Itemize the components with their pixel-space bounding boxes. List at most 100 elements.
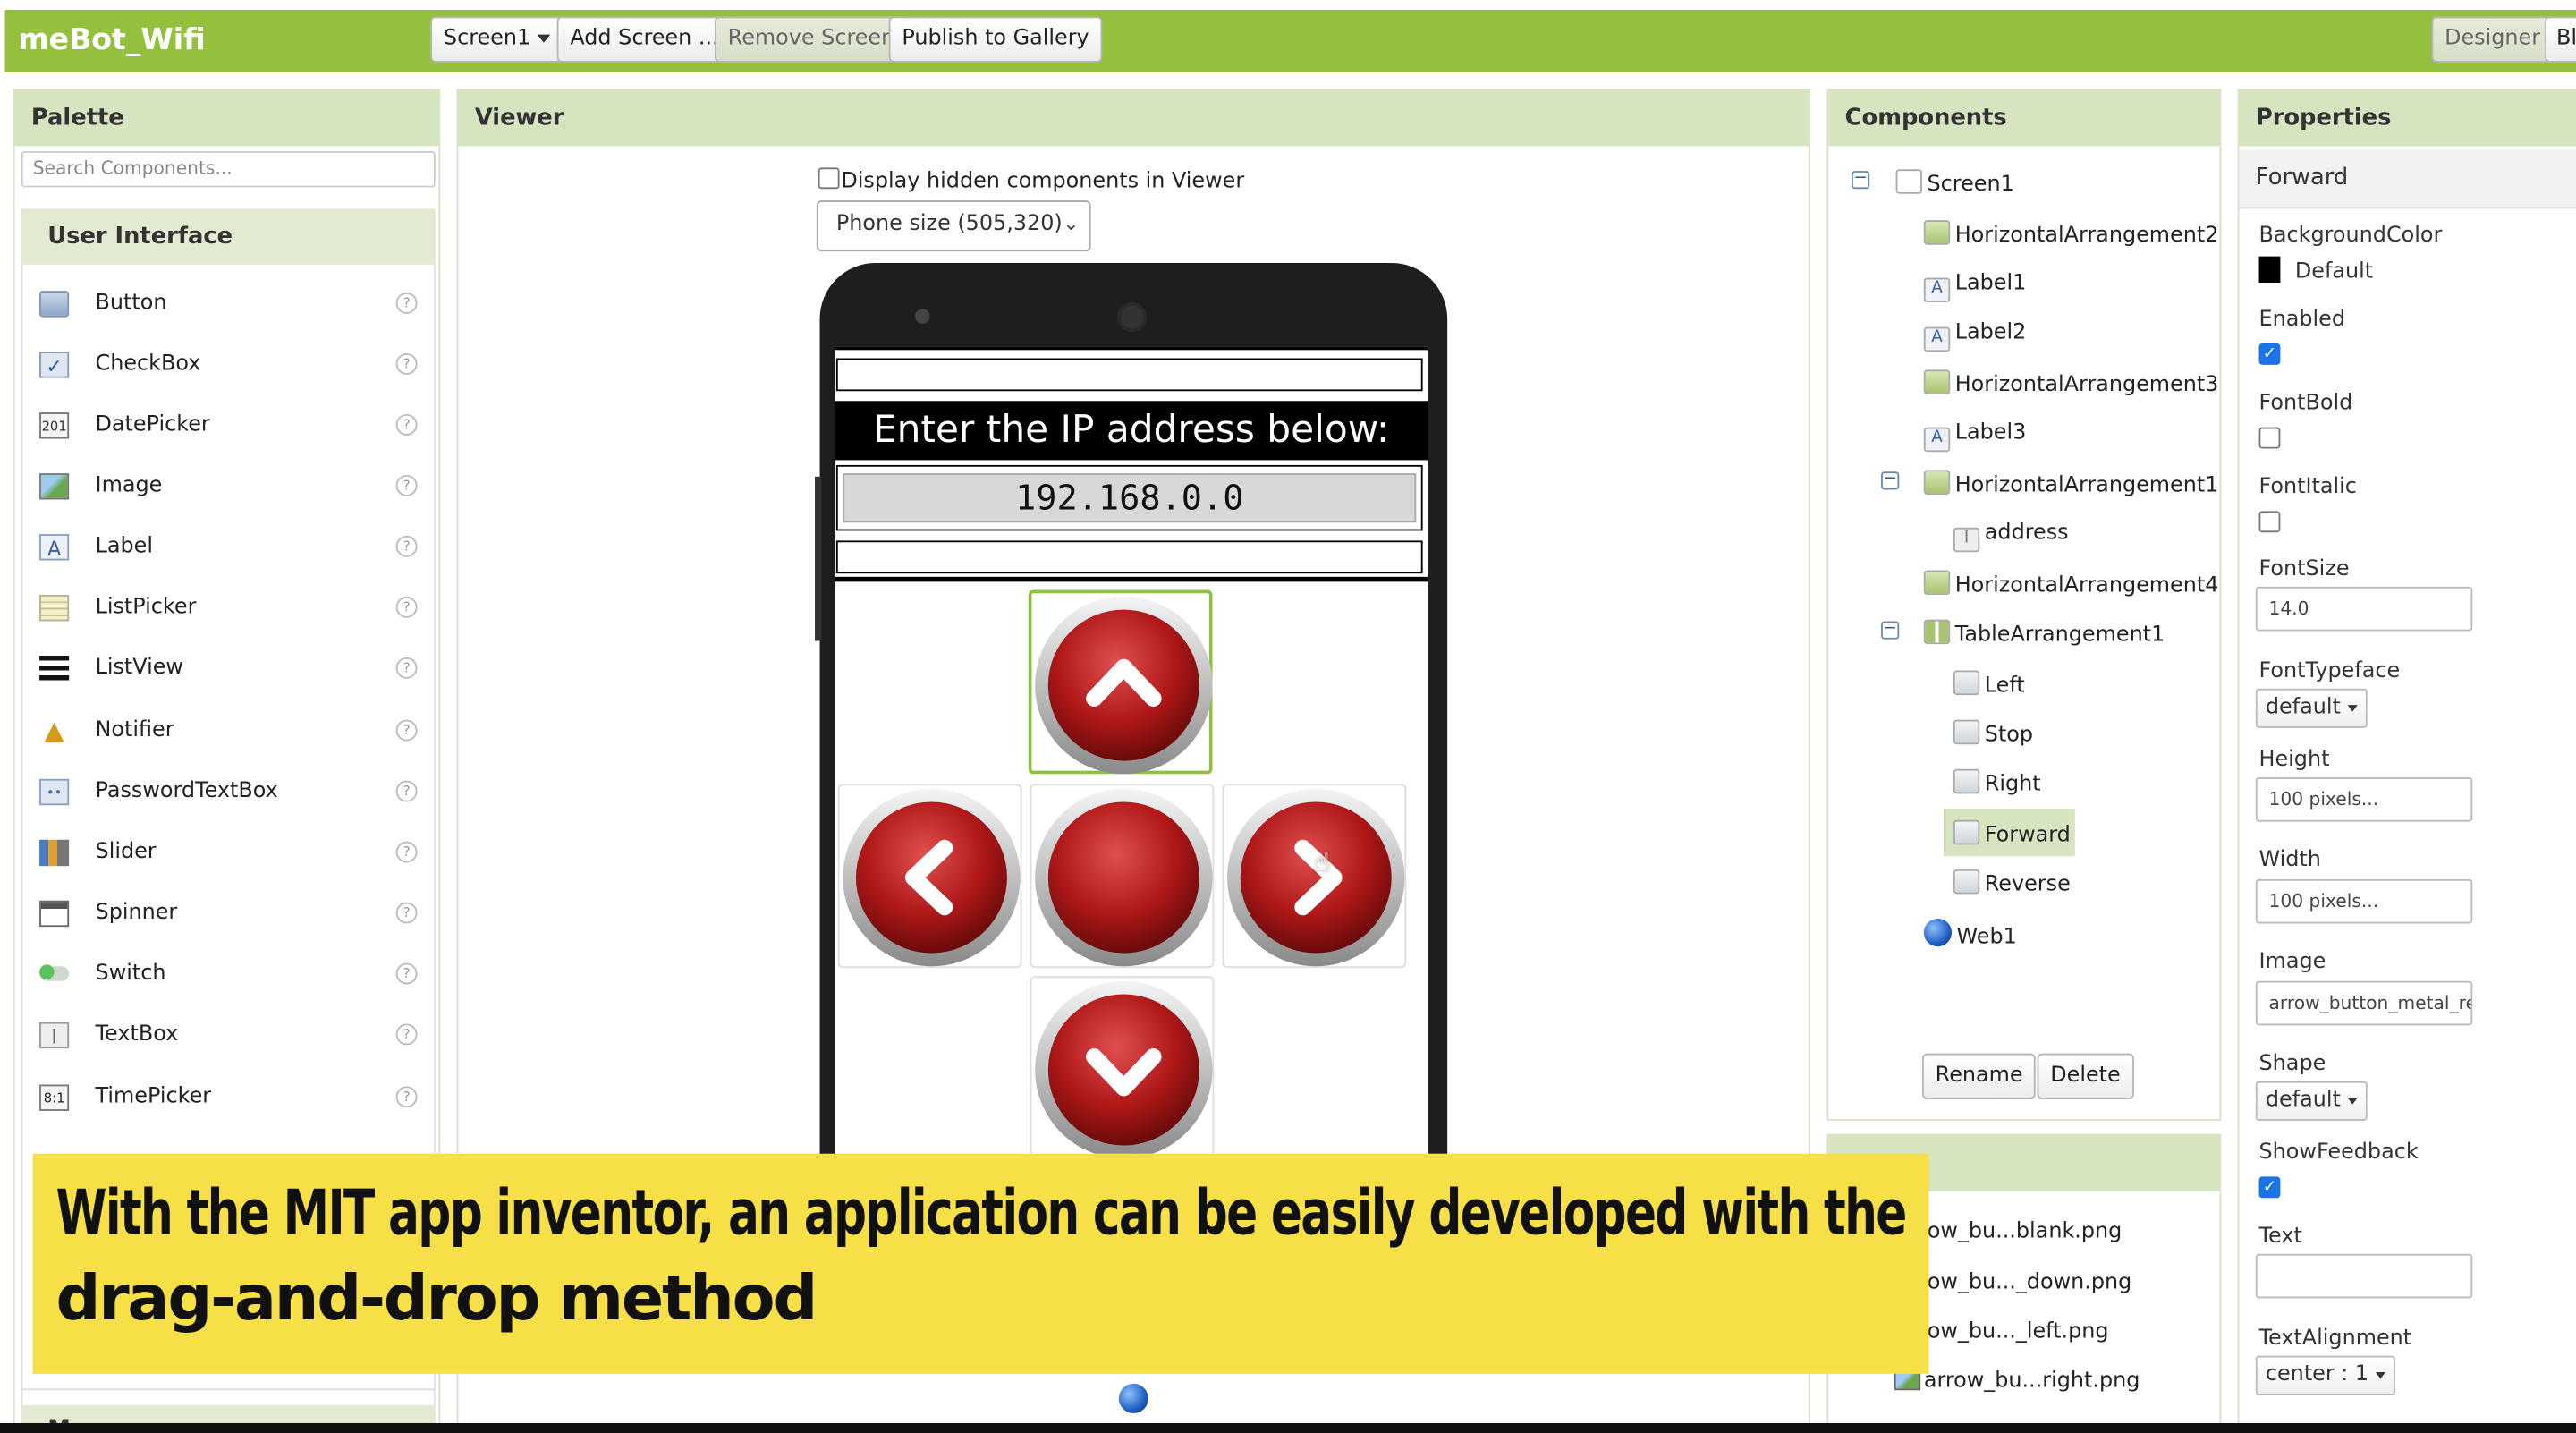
slider-icon bbox=[39, 839, 70, 867]
tree-item-label3[interactable]: A Label3 bbox=[1923, 419, 2026, 453]
enabled-checkbox[interactable]: ✓ bbox=[2258, 342, 2281, 367]
help-icon[interactable]: ? bbox=[395, 352, 418, 375]
display-hidden-components[interactable]: Display hidden components in Viewer bbox=[818, 167, 1244, 197]
ip-address-textbox[interactable]: 192.168.0.0 bbox=[843, 473, 1417, 523]
showfeedback-checkbox[interactable]: ✓ bbox=[2258, 1175, 2281, 1200]
palette-item-image[interactable]: Image? bbox=[33, 462, 420, 511]
stop-button[interactable] bbox=[1030, 784, 1215, 969]
tree-item-label: Stop bbox=[1984, 723, 2034, 748]
palette-item-label: PasswordTextBox bbox=[95, 778, 278, 804]
switch-icon bbox=[39, 964, 70, 981]
tree-item-left[interactable]: Left bbox=[1953, 670, 2025, 702]
media-item[interactable]: arrow_bu..._down.png bbox=[1897, 1268, 2131, 1298]
palette-item-listpicker[interactable]: ListPicker? bbox=[33, 583, 420, 632]
remove-screen-button[interactable]: Remove Screen bbox=[714, 16, 908, 63]
arrow-up-icon bbox=[1035, 596, 1213, 775]
tree-item-reverse[interactable]: Reverse bbox=[1953, 869, 2071, 901]
components-title: Components bbox=[1828, 90, 2220, 147]
collapse-icon[interactable]: − bbox=[1852, 170, 1870, 190]
help-icon[interactable]: ? bbox=[395, 596, 418, 618]
tree-item-right[interactable]: Right bbox=[1953, 768, 2041, 801]
help-icon[interactable]: ? bbox=[395, 1086, 418, 1108]
text-input[interactable] bbox=[2255, 1253, 2473, 1299]
palette-item-switch[interactable]: Switch? bbox=[33, 950, 420, 999]
help-icon[interactable]: ? bbox=[395, 293, 418, 314]
tree-item-label2[interactable]: A Label2 bbox=[1923, 318, 2026, 352]
user-interface-category[interactable]: User Interface bbox=[21, 208, 436, 265]
add-screen-button[interactable]: Add Screen ... bbox=[556, 16, 733, 63]
shape-dropdown[interactable]: default bbox=[2255, 1081, 2368, 1121]
tree-item-stop[interactable]: Stop bbox=[1953, 719, 2034, 751]
palette-title: Palette bbox=[14, 90, 439, 147]
width-input[interactable]: 100 pixels... bbox=[2255, 878, 2473, 924]
help-icon[interactable]: ? bbox=[395, 1023, 418, 1046]
palette-item-timepicker[interactable]: 8:1 TimePicker? bbox=[33, 1073, 420, 1123]
backgroundcolor-picker[interactable]: Default bbox=[2258, 256, 2373, 284]
fontsize-input[interactable]: 14.0 bbox=[2255, 586, 2473, 632]
palette-item-slider[interactable]: Slider? bbox=[33, 828, 420, 878]
tree-item-label: HorizontalArrangement2 bbox=[1954, 223, 2219, 249]
help-icon[interactable]: ? bbox=[395, 657, 418, 679]
label-icon: A bbox=[1923, 277, 1951, 303]
checkbox-icon: ✓ bbox=[39, 352, 70, 378]
palette-item-textbox[interactable]: I TextBox? bbox=[33, 1011, 420, 1060]
project-title: meBot_Wifi bbox=[18, 22, 206, 58]
blocks-button[interactable]: Bl bbox=[2545, 16, 2576, 63]
tree-item-horizontalarrangement4[interactable]: HorizontalArrangement4 bbox=[1923, 570, 2218, 601]
palette-item-label: Button bbox=[95, 291, 167, 316]
help-icon[interactable]: ? bbox=[395, 962, 418, 985]
tree-item-tablearrangement1[interactable]: TableArrangement1 bbox=[1923, 619, 2165, 651]
rename-button[interactable]: Rename bbox=[1921, 1053, 2037, 1100]
tree-item-label1[interactable]: A Label1 bbox=[1923, 269, 2026, 303]
phone-size-select[interactable]: Phone size (505,320) ⌄ bbox=[816, 200, 1091, 252]
search-components-input[interactable]: Search Components... bbox=[21, 151, 436, 188]
palette-item-passwordtextbox[interactable]: •• PasswordTextBox? bbox=[33, 767, 420, 817]
designer-button[interactable]: Designer bbox=[2431, 16, 2554, 63]
collapse-icon[interactable]: − bbox=[1881, 471, 1900, 490]
media-item[interactable]: arrow_bu..._left.png bbox=[1897, 1318, 2108, 1347]
image-picker[interactable]: arrow_button_metal_re bbox=[2255, 980, 2473, 1026]
checkmark-icon: ✓ bbox=[2258, 343, 2281, 365]
palette-item-checkbox[interactable]: ✓ CheckBox? bbox=[33, 340, 420, 389]
tree-item-label: Reverse bbox=[1984, 872, 2071, 898]
palette-item-label[interactable]: A Label? bbox=[33, 522, 420, 572]
help-icon[interactable]: ? bbox=[395, 841, 418, 863]
tree-item-web1[interactable]: Web1 bbox=[1923, 918, 2017, 954]
palette-item-listview[interactable]: ListView? bbox=[33, 644, 420, 693]
left-button[interactable] bbox=[837, 784, 1022, 969]
publish-to-gallery-button[interactable]: Publish to Gallery bbox=[888, 16, 1103, 63]
delete-button[interactable]: Delete bbox=[2037, 1053, 2134, 1100]
help-icon[interactable]: ? bbox=[395, 474, 418, 496]
listpicker-icon bbox=[39, 595, 70, 622]
hidden-components-label: Display hidden components in Viewer bbox=[841, 169, 1245, 194]
help-icon[interactable]: ? bbox=[395, 780, 418, 802]
reverse-button[interactable] bbox=[1030, 976, 1215, 1161]
hidden-components-checkbox[interactable] bbox=[818, 167, 840, 190]
tree-item-horizontalarrangement2[interactable]: HorizontalArrangement2 bbox=[1923, 220, 2219, 251]
tree-item-forward[interactable]: Forward bbox=[1953, 819, 2071, 852]
tree-item-screen1[interactable]: Screen1 bbox=[1895, 169, 2014, 200]
help-icon[interactable]: ? bbox=[395, 902, 418, 924]
height-input[interactable]: 100 pixels... bbox=[2255, 776, 2473, 822]
media-item[interactable]: arrow_bu...right.png bbox=[1894, 1368, 2140, 1397]
palette-item-datepicker[interactable]: 201 DatePicker? bbox=[33, 401, 420, 450]
tree-item-horizontalarrangement1[interactable]: HorizontalArrangement1 bbox=[1923, 470, 2218, 501]
palette-item-notifier[interactable]: ▲ Notifier? bbox=[33, 707, 420, 756]
textalignment-dropdown[interactable]: center : 1 bbox=[2255, 1355, 2395, 1395]
forward-button[interactable] bbox=[1028, 589, 1213, 775]
fontbold-checkbox[interactable] bbox=[2258, 426, 2281, 451]
fontitalic-checkbox[interactable] bbox=[2258, 510, 2281, 535]
media-item[interactable]: arrow_bu...blank.png bbox=[1897, 1217, 2122, 1247]
palette-item-label: Switch bbox=[95, 961, 166, 987]
fonttypeface-dropdown[interactable]: default bbox=[2255, 688, 2368, 728]
help-icon[interactable]: ? bbox=[395, 413, 418, 436]
palette-item-button[interactable]: Button? bbox=[33, 279, 420, 328]
palette-item-spinner[interactable]: Spinner? bbox=[33, 889, 420, 938]
tree-item-address[interactable]: Iaddress bbox=[1953, 520, 2069, 553]
help-icon[interactable]: ? bbox=[395, 535, 418, 557]
collapse-icon[interactable]: − bbox=[1881, 621, 1900, 640]
phone-camera-dot bbox=[915, 309, 930, 324]
help-icon[interactable]: ? bbox=[395, 719, 418, 742]
screen-select-dropdown[interactable]: Screen1 bbox=[430, 16, 564, 63]
tree-item-horizontalarrangement3[interactable]: HorizontalArrangement3 bbox=[1923, 369, 2218, 401]
